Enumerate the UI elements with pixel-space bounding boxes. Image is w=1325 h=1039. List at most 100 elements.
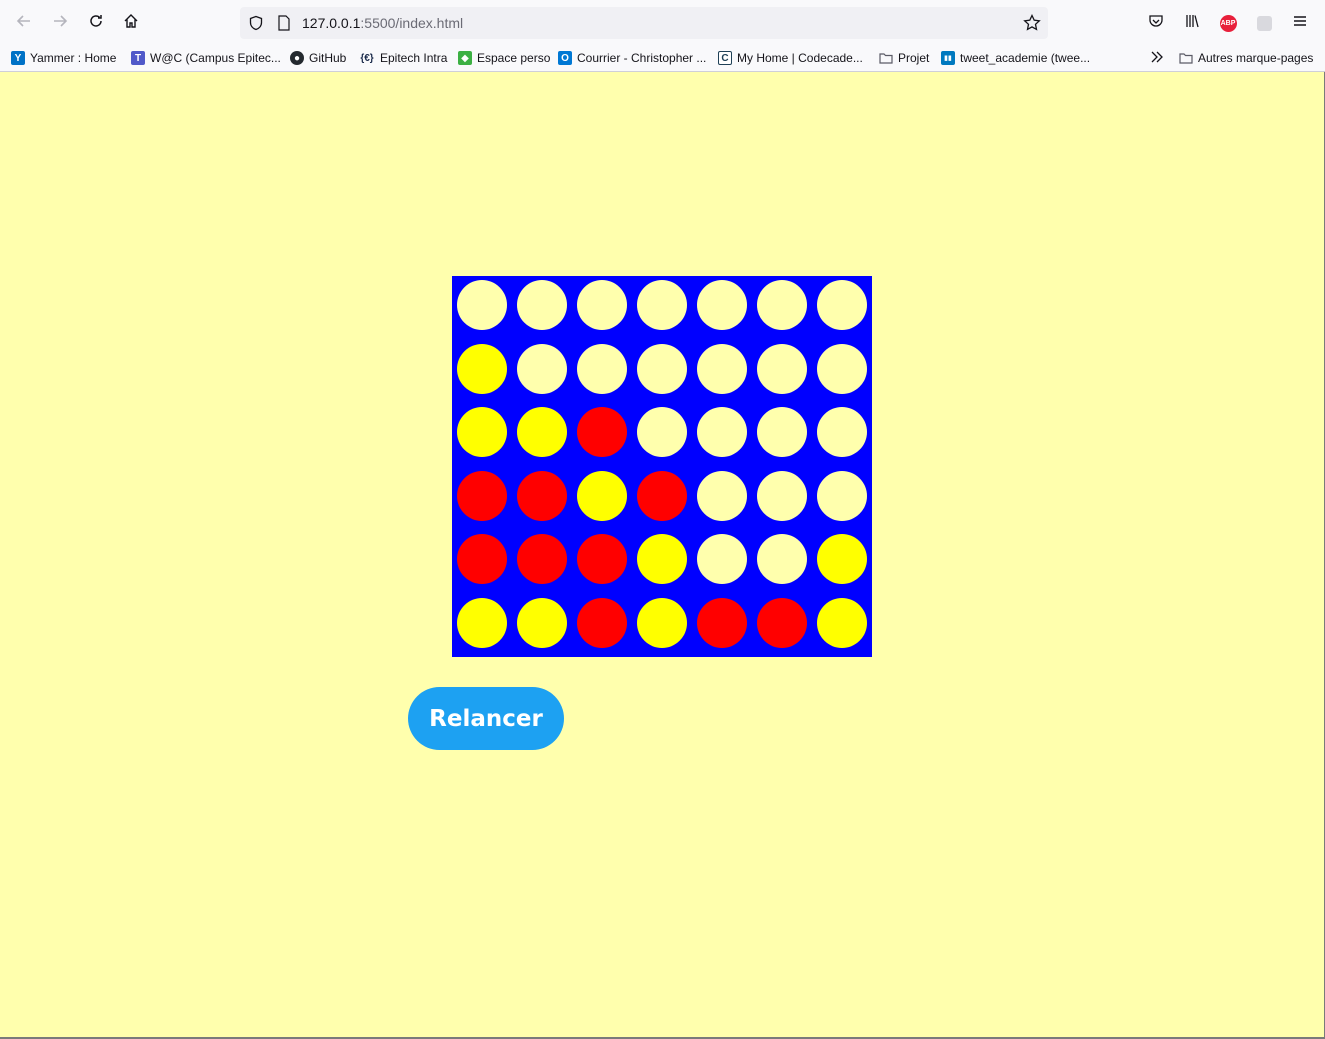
- reload-button[interactable]: [81, 8, 111, 38]
- bookmark-epitech-intra[interactable]: {€} Epitech Intra: [359, 49, 447, 67]
- yammer-icon: Y: [11, 51, 25, 65]
- bookmark-codecademy[interactable]: C My Home | Codecade...: [718, 49, 863, 67]
- board-cell-r5-c2[interactable]: [577, 598, 627, 648]
- espace-perso-icon: ◆: [458, 51, 472, 65]
- board-cell-r5-c0[interactable]: [457, 598, 507, 648]
- board-cell-r2-c3[interactable]: [637, 407, 687, 458]
- shield-icon[interactable]: [246, 13, 266, 33]
- board-cell-r0-c0[interactable]: [457, 280, 507, 330]
- hamburger-menu-icon: [1292, 13, 1308, 34]
- board-cell-r4-c3[interactable]: [637, 534, 687, 585]
- board-cell-r3-c4[interactable]: [697, 470, 747, 521]
- board-cell-r3-c2[interactable]: [577, 470, 627, 521]
- bookmark-label: W@C (Campus Epitec...: [150, 51, 281, 65]
- board-cell-r2-c4[interactable]: [697, 407, 747, 458]
- forward-arrow-icon: [52, 13, 68, 34]
- bookmark-label: Projet: [898, 51, 930, 65]
- bookmark-label: My Home | Codecade...: [737, 51, 863, 65]
- menu-button[interactable]: [1285, 8, 1315, 38]
- forward-button[interactable]: [45, 8, 75, 38]
- star-bookmark-icon[interactable]: [1022, 13, 1042, 33]
- epitech-icon: {€}: [360, 52, 374, 64]
- board-cell-r5-c6[interactable]: [817, 598, 867, 648]
- other-bookmarks-label: Autres marque-pages: [1198, 51, 1314, 65]
- board-cell-r4-c1[interactable]: [517, 534, 567, 585]
- url-path: :5500/index.html: [360, 15, 464, 31]
- board-cell-r2-c5[interactable]: [757, 407, 807, 458]
- board-cell-r3-c5[interactable]: [757, 470, 807, 521]
- connect-four-board[interactable]: [452, 276, 872, 657]
- outlook-icon: O: [558, 51, 572, 65]
- board-cell-r4-c2[interactable]: [577, 534, 627, 585]
- bookmarks-toolbar: Y Yammer : Home T W@C (Campus Epitec... …: [0, 46, 1325, 70]
- github-icon: ●: [290, 51, 304, 65]
- bookmark-campus-teams[interactable]: T W@C (Campus Epitec...: [131, 49, 281, 67]
- board-cell-r3-c3[interactable]: [637, 470, 687, 521]
- pocket-icon: [1148, 13, 1164, 34]
- reload-icon: [88, 13, 104, 34]
- board-cell-r2-c1[interactable]: [517, 407, 567, 458]
- url-text: 127.0.0.1:5500/index.html: [302, 15, 463, 31]
- adblock-plus-icon: ABP: [1219, 14, 1237, 32]
- board-cell-r5-c4[interactable]: [697, 598, 747, 648]
- board-cell-r4-c0[interactable]: [457, 534, 507, 585]
- board-cell-r0-c5[interactable]: [757, 280, 807, 330]
- extension-button[interactable]: [1249, 8, 1279, 38]
- board-cell-r0-c1[interactable]: [517, 280, 567, 330]
- board-cell-r0-c4[interactable]: [697, 280, 747, 330]
- address-bar[interactable]: 127.0.0.1:5500/index.html: [240, 7, 1048, 39]
- board-cell-r0-c2[interactable]: [577, 280, 627, 330]
- board-cell-r4-c6[interactable]: [817, 534, 867, 585]
- home-icon: [123, 13, 139, 34]
- board-cell-r2-c6[interactable]: [817, 407, 867, 458]
- board-cell-r4-c5[interactable]: [757, 534, 807, 585]
- bookmark-label: GitHub: [309, 51, 347, 65]
- bookmark-label: tweet_academie (twee...: [960, 51, 1091, 65]
- bookmark-label: Epitech Intra: [380, 51, 448, 65]
- board-cell-r1-c4[interactable]: [697, 343, 747, 394]
- board-cell-r1-c2[interactable]: [577, 343, 627, 394]
- adblock-plus-button[interactable]: ABP: [1213, 8, 1243, 38]
- board-cell-r3-c0[interactable]: [457, 470, 507, 521]
- board-cell-r0-c3[interactable]: [637, 280, 687, 330]
- board-cell-r0-c6[interactable]: [817, 280, 867, 330]
- board-cell-r5-c1[interactable]: [517, 598, 567, 648]
- board-cell-r1-c0[interactable]: [457, 343, 507, 394]
- board-cell-r3-c1[interactable]: [517, 470, 567, 521]
- bookmark-label: Courrier - Christopher ...: [577, 51, 707, 65]
- other-bookmarks-folder[interactable]: Autres marque-pages: [1179, 49, 1313, 67]
- board-cell-r1-c1[interactable]: [517, 343, 567, 394]
- board-cell-r2-c0[interactable]: [457, 407, 507, 458]
- restart-button[interactable]: Relancer: [408, 687, 564, 750]
- trello-icon: ▮▮: [941, 51, 955, 65]
- folder-icon: [1179, 51, 1193, 65]
- bookmark-label: Espace perso: [477, 51, 551, 65]
- back-button[interactable]: [9, 8, 39, 38]
- board-cell-r2-c2[interactable]: [577, 407, 627, 458]
- board-cell-r4-c4[interactable]: [697, 534, 747, 585]
- board-cell-r5-c5[interactable]: [757, 598, 807, 648]
- board-cell-r1-c3[interactable]: [637, 343, 687, 394]
- library-button[interactable]: [1177, 8, 1207, 38]
- extension-icon: [1256, 15, 1272, 31]
- bookmark-courrier-outlook[interactable]: O Courrier - Christopher ...: [558, 49, 706, 67]
- bookmark-label: Yammer : Home: [30, 51, 117, 65]
- home-button[interactable]: [116, 8, 146, 38]
- board-cell-r1-c5[interactable]: [757, 343, 807, 394]
- bookmark-github[interactable]: ● GitHub: [290, 49, 346, 67]
- bookmark-espace-perso[interactable]: ◆ Espace perso: [458, 49, 550, 67]
- chevron-double-right-icon: [1150, 51, 1164, 66]
- board-cell-r5-c3[interactable]: [637, 598, 687, 648]
- board-cell-r1-c6[interactable]: [817, 343, 867, 394]
- board-cell-r3-c6[interactable]: [817, 470, 867, 521]
- folder-icon: [879, 51, 893, 65]
- bookmark-folder-projet[interactable]: Projet: [879, 49, 929, 67]
- navigation-toolbar: 127.0.0.1:5500/index.html ABP: [0, 0, 1325, 46]
- bookmark-yammer[interactable]: Y Yammer : Home: [11, 49, 116, 67]
- codecademy-icon: C: [718, 51, 732, 65]
- pocket-button[interactable]: [1141, 8, 1171, 38]
- bookmark-tweet-academie[interactable]: ▮▮ tweet_academie (twee...: [941, 49, 1090, 67]
- more-bookmarks-button[interactable]: [1150, 49, 1164, 67]
- back-arrow-icon: [16, 13, 32, 34]
- page-info-icon[interactable]: [274, 13, 294, 33]
